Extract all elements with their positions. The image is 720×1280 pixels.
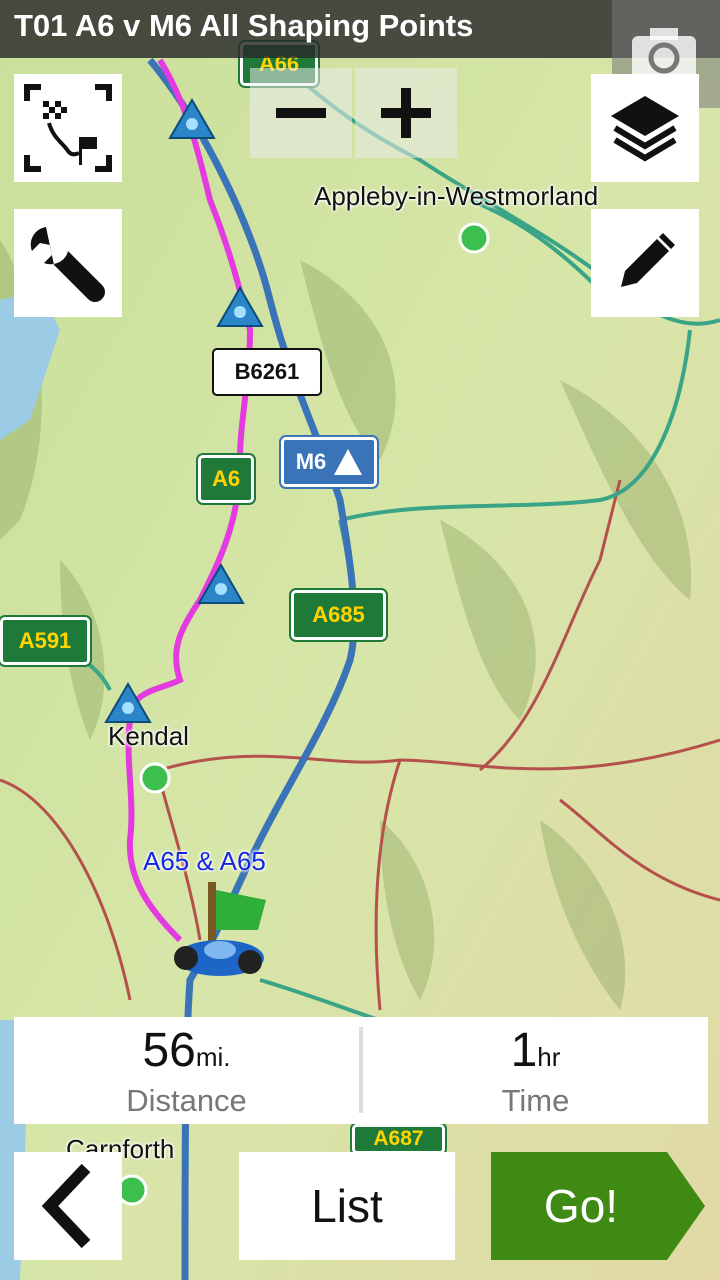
layers-icon	[611, 96, 679, 162]
chevron-left-icon	[41, 1164, 91, 1248]
route-overview-icon	[24, 84, 112, 172]
route-label: A65 & A65	[143, 846, 266, 876]
distance-unit: mi.	[195, 1042, 231, 1072]
distance-value: 56mi.	[142, 1024, 231, 1077]
time-unit: hr	[537, 1042, 561, 1072]
distance-label: Distance	[126, 1083, 247, 1118]
zoom-out-button[interactable]	[250, 68, 352, 158]
town-dot-appleby	[458, 222, 490, 254]
list-button[interactable]: List	[239, 1152, 455, 1260]
road-label-a685: A685	[291, 590, 386, 640]
zoom-in-button[interactable]	[355, 68, 457, 158]
time-label: Time	[501, 1083, 570, 1118]
plus-icon	[381, 88, 431, 138]
tools-button[interactable]	[14, 209, 122, 317]
town-dot-carnforth	[116, 1174, 148, 1206]
road-label-m6: M6	[281, 437, 377, 487]
place-label-kendal: Kendal	[108, 721, 189, 751]
time-value: 1hr	[510, 1024, 561, 1077]
go-button-label: Go!	[543, 1180, 619, 1232]
distance-stat: 56mi. Distance	[14, 1017, 359, 1124]
town-dot-kendal	[139, 762, 171, 794]
route-title: T01 A6 v M6 All Shaping Points	[14, 8, 474, 43]
time-stat: 1hr Time	[363, 1017, 708, 1124]
fit-route-button[interactable]	[14, 74, 122, 182]
road-label-a6: A6	[198, 455, 254, 503]
minus-icon	[276, 108, 326, 118]
back-button[interactable]	[14, 1152, 122, 1260]
layers-button[interactable]	[591, 74, 699, 182]
route-summary-panel: 56mi. Distance 1hr Time	[14, 1017, 708, 1124]
road-label-a687: A687	[352, 1124, 445, 1154]
road-label-b6261: B6261	[212, 348, 322, 396]
edit-button[interactable]	[591, 209, 699, 317]
place-label-appleby: Appleby-in-Westmorland	[314, 181, 599, 211]
pencil-icon	[621, 233, 675, 287]
motorway-icon	[334, 449, 363, 475]
go-button[interactable]: Go!	[491, 1152, 705, 1260]
road-label-a591: A591	[0, 617, 90, 665]
wrench-icon	[30, 227, 105, 302]
